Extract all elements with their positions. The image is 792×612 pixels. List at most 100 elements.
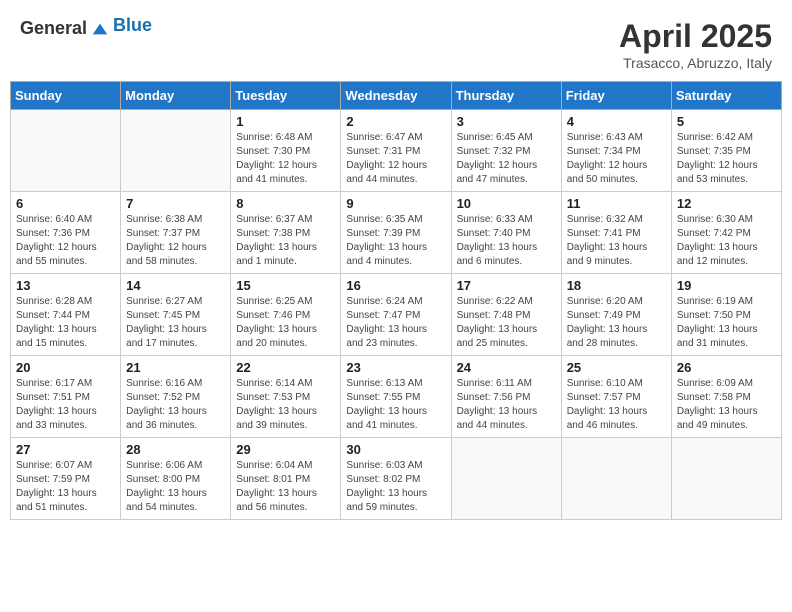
day-info: Sunrise: 6:42 AMSunset: 7:35 PMDaylight:… <box>677 131 776 187</box>
day-info: Sunrise: 6:07 AMSunset: 7:59 PMDaylight:… <box>16 459 115 515</box>
calendar-cell: 26 Sunrise: 6:09 AMSunset: 7:58 PMDayligh… <box>671 356 781 438</box>
calendar-cell: 16 Sunrise: 6:24 AMSunset: 7:47 PMDayligh… <box>341 274 451 356</box>
calendar-cell: 7 Sunrise: 6:38 AMSunset: 7:37 PMDaylight… <box>121 192 231 274</box>
calendar-cell: 30Sunrise: 6:03 AMSunset: 8:02 PMDayligh… <box>341 438 451 520</box>
day-number: 18 <box>567 278 666 293</box>
month-title: April 2025 <box>619 18 772 55</box>
calendar-cell: 29 Sunrise: 6:04 AMSunset: 8:01 PMDayligh… <box>231 438 341 520</box>
day-header-thursday: Thursday <box>451 82 561 110</box>
day-info: Sunrise: 6:25 AMSunset: 7:46 PMDaylight:… <box>236 295 335 351</box>
day-number: 9 <box>346 196 445 211</box>
day-info: Sunrise: 6:37 AMSunset: 7:38 PMDaylight:… <box>236 213 335 269</box>
calendar-cell: 18Sunrise: 6:20 AMSunset: 7:49 PMDayligh… <box>561 274 671 356</box>
day-number: 27 <box>16 442 115 457</box>
calendar-cell: 27 Sunrise: 6:07 AMSunset: 7:59 PMDayligh… <box>11 438 121 520</box>
calendar-table: SundayMondayTuesdayWednesdayThursdayFrid… <box>10 81 782 520</box>
calendar-cell: 2Sunrise: 6:47 AMSunset: 7:31 PMDaylight… <box>341 110 451 192</box>
day-info: Sunrise: 6:24 AMSunset: 7:47 PMDaylight:… <box>346 295 445 351</box>
calendar-week-row: 20 Sunrise: 6:17 AMSunset: 7:51 PMDayligh… <box>11 356 782 438</box>
day-number: 7 <box>126 196 225 211</box>
day-number: 12 <box>677 196 776 211</box>
day-number: 2 <box>346 114 445 129</box>
day-number: 29 <box>236 442 335 457</box>
day-info: Sunrise: 6:30 AMSunset: 7:42 PMDaylight:… <box>677 213 776 269</box>
day-info: Sunrise: 6:48 AMSunset: 7:30 PMDaylight:… <box>236 131 335 187</box>
calendar-header-row: SundayMondayTuesdayWednesdayThursdayFrid… <box>11 82 782 110</box>
day-info: Sunrise: 6:33 AMSunset: 7:40 PMDaylight:… <box>457 213 556 269</box>
day-number: 13 <box>16 278 115 293</box>
calendar-cell: 11Sunrise: 6:32 AMSunset: 7:41 PMDayligh… <box>561 192 671 274</box>
day-info: Sunrise: 6:27 AMSunset: 7:45 PMDaylight:… <box>126 295 225 351</box>
calendar-week-row: 1 Sunrise: 6:48 AMSunset: 7:30 PMDaylight… <box>11 110 782 192</box>
day-info: Sunrise: 6:28 AMSunset: 7:44 PMDaylight:… <box>16 295 115 351</box>
calendar-cell: 20 Sunrise: 6:17 AMSunset: 7:51 PMDayligh… <box>11 356 121 438</box>
day-info: Sunrise: 6:16 AMSunset: 7:52 PMDaylight:… <box>126 377 225 433</box>
calendar-cell: 28 Sunrise: 6:06 AMSunset: 8:00 PMDayligh… <box>121 438 231 520</box>
calendar-cell: 8 Sunrise: 6:37 AMSunset: 7:38 PMDaylight… <box>231 192 341 274</box>
day-info: Sunrise: 6:14 AMSunset: 7:53 PMDaylight:… <box>236 377 335 433</box>
day-info: Sunrise: 6:04 AMSunset: 8:01 PMDaylight:… <box>236 459 335 515</box>
day-number: 24 <box>457 360 556 375</box>
day-number: 17 <box>457 278 556 293</box>
title-block: April 2025 Trasacco, Abruzzo, Italy <box>619 18 772 71</box>
day-number: 21 <box>126 360 225 375</box>
calendar-cell: 3Sunrise: 6:45 AMSunset: 7:32 PMDaylight… <box>451 110 561 192</box>
calendar-cell: 1 Sunrise: 6:48 AMSunset: 7:30 PMDaylight… <box>231 110 341 192</box>
calendar-cell: 12 Sunrise: 6:30 AMSunset: 7:42 PMDayligh… <box>671 192 781 274</box>
calendar-cell <box>11 110 121 192</box>
calendar-cell: 19 Sunrise: 6:19 AMSunset: 7:50 PMDayligh… <box>671 274 781 356</box>
calendar-cell <box>121 110 231 192</box>
day-number: 16 <box>346 278 445 293</box>
calendar-cell: 24 Sunrise: 6:11 AMSunset: 7:56 PMDayligh… <box>451 356 561 438</box>
calendar-cell: 6Sunrise: 6:40 AMSunset: 7:36 PMDaylight… <box>11 192 121 274</box>
calendar-cell <box>671 438 781 520</box>
calendar-cell <box>451 438 561 520</box>
day-header-sunday: Sunday <box>11 82 121 110</box>
day-info: Sunrise: 6:40 AMSunset: 7:36 PMDaylight:… <box>16 213 115 269</box>
day-number: 23 <box>346 360 445 375</box>
logo-icon <box>91 20 109 38</box>
day-info: Sunrise: 6:13 AMSunset: 7:55 PMDaylight:… <box>346 377 445 433</box>
day-info: Sunrise: 6:06 AMSunset: 8:00 PMDaylight:… <box>126 459 225 515</box>
calendar-week-row: 27 Sunrise: 6:07 AMSunset: 7:59 PMDayligh… <box>11 438 782 520</box>
day-header-tuesday: Tuesday <box>231 82 341 110</box>
calendar-cell: 23 Sunrise: 6:13 AMSunset: 7:55 PMDayligh… <box>341 356 451 438</box>
day-number: 11 <box>567 196 666 211</box>
day-info: Sunrise: 6:11 AMSunset: 7:56 PMDaylight:… <box>457 377 556 433</box>
calendar-cell: 25Sunrise: 6:10 AMSunset: 7:57 PMDayligh… <box>561 356 671 438</box>
calendar-cell: 4 Sunrise: 6:43 AMSunset: 7:34 PMDaylight… <box>561 110 671 192</box>
day-number: 20 <box>16 360 115 375</box>
day-number: 8 <box>236 196 335 211</box>
location: Trasacco, Abruzzo, Italy <box>619 55 772 71</box>
day-header-saturday: Saturday <box>671 82 781 110</box>
day-number: 1 <box>236 114 335 129</box>
calendar-week-row: 13 Sunrise: 6:28 AMSunset: 7:44 PMDayligh… <box>11 274 782 356</box>
day-info: Sunrise: 6:43 AMSunset: 7:34 PMDaylight:… <box>567 131 666 187</box>
calendar-cell: 14 Sunrise: 6:27 AMSunset: 7:45 PMDayligh… <box>121 274 231 356</box>
day-header-friday: Friday <box>561 82 671 110</box>
logo: General Blue <box>20 18 152 39</box>
calendar-cell: 5Sunrise: 6:42 AMSunset: 7:35 PMDaylight… <box>671 110 781 192</box>
day-info: Sunrise: 6:38 AMSunset: 7:37 PMDaylight:… <box>126 213 225 269</box>
calendar-cell <box>561 438 671 520</box>
day-info: Sunrise: 6:17 AMSunset: 7:51 PMDaylight:… <box>16 377 115 433</box>
calendar-week-row: 6Sunrise: 6:40 AMSunset: 7:36 PMDaylight… <box>11 192 782 274</box>
day-info: Sunrise: 6:09 AMSunset: 7:58 PMDaylight:… <box>677 377 776 433</box>
day-number: 22 <box>236 360 335 375</box>
day-header-wednesday: Wednesday <box>341 82 451 110</box>
day-number: 3 <box>457 114 556 129</box>
logo-general: General <box>20 18 87 39</box>
day-number: 25 <box>567 360 666 375</box>
calendar-cell: 13 Sunrise: 6:28 AMSunset: 7:44 PMDayligh… <box>11 274 121 356</box>
day-info: Sunrise: 6:19 AMSunset: 7:50 PMDaylight:… <box>677 295 776 351</box>
day-number: 10 <box>457 196 556 211</box>
day-number: 19 <box>677 278 776 293</box>
logo-blue: Blue <box>113 15 152 35</box>
day-info: Sunrise: 6:22 AMSunset: 7:48 PMDaylight:… <box>457 295 556 351</box>
page-header: General Blue April 2025 Trasacco, Abruzz… <box>10 10 782 77</box>
day-number: 14 <box>126 278 225 293</box>
calendar-cell: 9Sunrise: 6:35 AMSunset: 7:39 PMDaylight… <box>341 192 451 274</box>
day-number: 4 <box>567 114 666 129</box>
day-number: 26 <box>677 360 776 375</box>
day-number: 28 <box>126 442 225 457</box>
